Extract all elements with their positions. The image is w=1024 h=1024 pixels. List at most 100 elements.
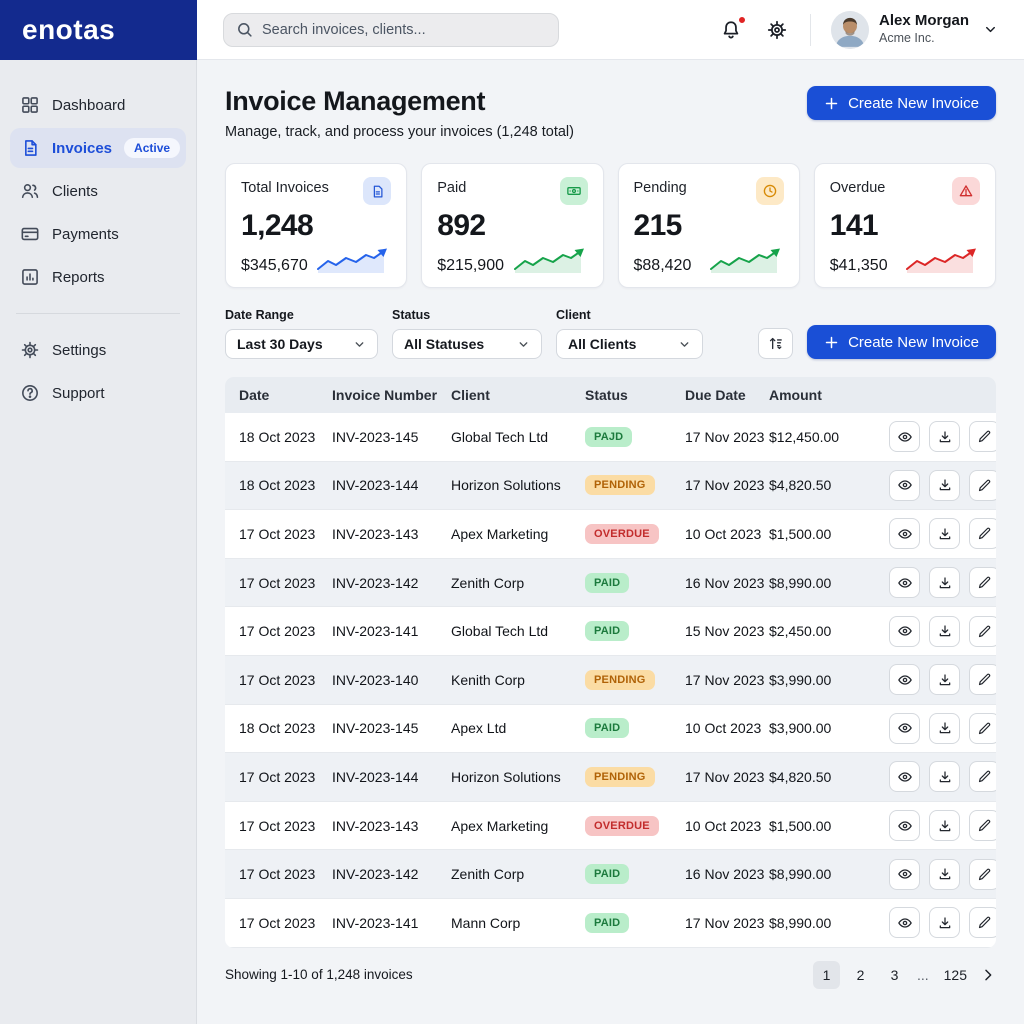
download-invoice-button[interactable] xyxy=(929,858,960,890)
sidebar-item-dashboard[interactable]: Dashboard xyxy=(10,85,186,125)
table-row[interactable]: 17 Oct 2023 INV-2023-142 Zenith Corp PAI… xyxy=(225,558,996,608)
sort-button[interactable] xyxy=(758,328,794,359)
topbar-divider xyxy=(809,13,811,46)
download-invoice-button[interactable] xyxy=(929,810,960,842)
create-invoice-label: Create New Invoice xyxy=(848,333,979,351)
create-invoice-button-filters[interactable]: Create New Invoice xyxy=(807,325,996,359)
cell-amount: $3,900.00 xyxy=(769,720,832,737)
page-button-1[interactable]: 1 xyxy=(812,960,840,989)
cell-invoice-number: INV-2023-145 xyxy=(332,720,419,737)
chevron-down-icon xyxy=(517,338,530,351)
column-header-client[interactable]: Client xyxy=(451,387,585,403)
download-icon xyxy=(937,769,953,785)
table-row[interactable]: 18 Oct 2023 INV-2023-145 Apex Ltd PAID 1… xyxy=(225,704,996,754)
cell-amount: $1,500.00 xyxy=(769,525,832,542)
edit-invoice-button[interactable] xyxy=(969,712,996,744)
column-header-invoice-number[interactable]: Invoice Number xyxy=(332,387,451,403)
edit-invoice-button[interactable] xyxy=(969,858,996,890)
search-input[interactable] xyxy=(262,21,546,38)
download-invoice-button[interactable] xyxy=(929,567,960,599)
sidebar-item-clients[interactable]: Clients xyxy=(10,171,186,211)
edit-invoice-button[interactable] xyxy=(969,664,996,696)
edit-invoice-button[interactable] xyxy=(969,469,996,501)
date-range-select[interactable]: Last 30 Days xyxy=(225,329,378,359)
table-row[interactable]: 17 Oct 2023 INV-2023-141 Mann Corp PAID … xyxy=(225,898,996,948)
global-search[interactable] xyxy=(223,12,559,47)
edit-invoice-button[interactable] xyxy=(969,761,996,793)
view-invoice-button[interactable] xyxy=(889,469,920,501)
download-icon xyxy=(937,915,953,931)
status-select[interactable]: All Statuses xyxy=(392,329,542,359)
column-header-amount[interactable]: Amount xyxy=(769,387,889,403)
sidebar-item-payments[interactable]: Payments xyxy=(10,214,186,254)
download-icon xyxy=(937,429,953,445)
view-invoice-button[interactable] xyxy=(889,712,920,744)
download-invoice-button[interactable] xyxy=(929,469,960,501)
download-invoice-button[interactable] xyxy=(929,421,960,453)
user-menu[interactable]: Alex Morgan Acme Inc. xyxy=(830,10,998,49)
edit-invoice-button[interactable] xyxy=(969,421,996,453)
warning-triangle-icon xyxy=(952,177,980,205)
edit-invoice-button[interactable] xyxy=(969,518,996,550)
view-invoice-button[interactable] xyxy=(889,761,920,793)
settings-gear-button[interactable] xyxy=(764,17,790,43)
view-invoice-button[interactable] xyxy=(889,810,920,842)
edit-invoice-button[interactable] xyxy=(969,615,996,647)
table-row[interactable]: 17 Oct 2023 INV-2023-142 Zenith Corp PAI… xyxy=(225,850,996,899)
view-invoice-button[interactable] xyxy=(889,907,920,939)
client-select[interactable]: All Clients xyxy=(556,329,703,359)
client-value: All Clients xyxy=(568,336,637,352)
edit-invoice-button[interactable] xyxy=(969,567,996,599)
edit-invoice-button[interactable] xyxy=(969,810,996,842)
table-row[interactable]: 17 Oct 2023 INV-2023-140 Kenith Corp PEN… xyxy=(225,655,996,705)
row-actions xyxy=(889,761,996,793)
download-invoice-button[interactable] xyxy=(929,518,960,550)
column-header-status[interactable]: Status xyxy=(585,387,685,403)
cell-due-date: 17 Nov 2023 xyxy=(685,428,765,445)
topbar-content: Alex Morgan Acme Inc. xyxy=(197,0,1024,60)
cell-date: 17 Oct 2023 xyxy=(239,525,316,542)
row-actions xyxy=(889,615,996,647)
page-button-3[interactable]: 3 xyxy=(881,961,908,989)
download-invoice-button[interactable] xyxy=(929,664,960,696)
notifications-button[interactable] xyxy=(718,15,746,43)
pencil-icon xyxy=(977,429,992,444)
download-invoice-button[interactable] xyxy=(929,712,960,744)
cell-date: 18 Oct 2023 xyxy=(239,720,316,737)
table-row[interactable]: 17 Oct 2023 INV-2023-144 Horizon Solutio… xyxy=(225,753,996,802)
table-row[interactable]: 18 Oct 2023 INV-2023-144 Horizon Solutio… xyxy=(225,461,996,511)
table-row[interactable]: 18 Oct 2023 INV-2023-145 Global Tech Ltd… xyxy=(225,413,996,462)
sidebar-item-support[interactable]: Support xyxy=(10,373,186,413)
table-row[interactable]: 17 Oct 2023 INV-2023-141 Global Tech Ltd… xyxy=(225,607,996,656)
create-invoice-button-top[interactable]: Create New Invoice xyxy=(807,86,996,120)
view-invoice-button[interactable] xyxy=(889,858,920,890)
view-invoice-button[interactable] xyxy=(889,518,920,550)
stat-label: Paid xyxy=(437,180,467,196)
cell-amount: $1,500.00 xyxy=(769,817,832,834)
column-header-date[interactable]: Date xyxy=(239,387,332,403)
cell-invoice-number: INV-2023-143 xyxy=(332,817,419,834)
cell-date: 17 Oct 2023 xyxy=(239,671,316,688)
stat-card-pending: Pending 215 $88,420 xyxy=(617,163,800,288)
download-invoice-button[interactable] xyxy=(929,615,960,647)
page-button-2[interactable]: 2 xyxy=(847,961,874,989)
view-invoice-button[interactable] xyxy=(889,664,920,696)
next-page-button[interactable] xyxy=(980,967,996,983)
view-invoice-button[interactable] xyxy=(889,567,920,599)
page-button-125[interactable]: 125 xyxy=(938,961,973,989)
column-header-due-date[interactable]: Due Date xyxy=(685,387,769,403)
view-invoice-button[interactable] xyxy=(889,421,920,453)
stat-card-overdue: Overdue 141 $41,350 xyxy=(813,163,996,288)
sidebar-item-reports[interactable]: Reports xyxy=(10,257,186,297)
view-invoice-button[interactable] xyxy=(889,615,920,647)
sidebar-item-settings[interactable]: Settings xyxy=(10,330,186,370)
download-invoice-button[interactable] xyxy=(929,761,960,793)
table-row[interactable]: 17 Oct 2023 INV-2023-143 Apex Marketing … xyxy=(225,801,996,851)
download-invoice-button[interactable] xyxy=(929,907,960,939)
edit-invoice-button[interactable] xyxy=(969,907,996,939)
cell-client: Zenith Corp xyxy=(451,574,525,591)
sidebar-item-invoices[interactable]: Invoices Active xyxy=(10,128,186,168)
pencil-icon xyxy=(977,526,992,541)
table-row[interactable]: 17 Oct 2023 INV-2023-143 Apex Marketing … xyxy=(225,510,996,559)
cell-client: Zenith Corp xyxy=(451,866,525,883)
